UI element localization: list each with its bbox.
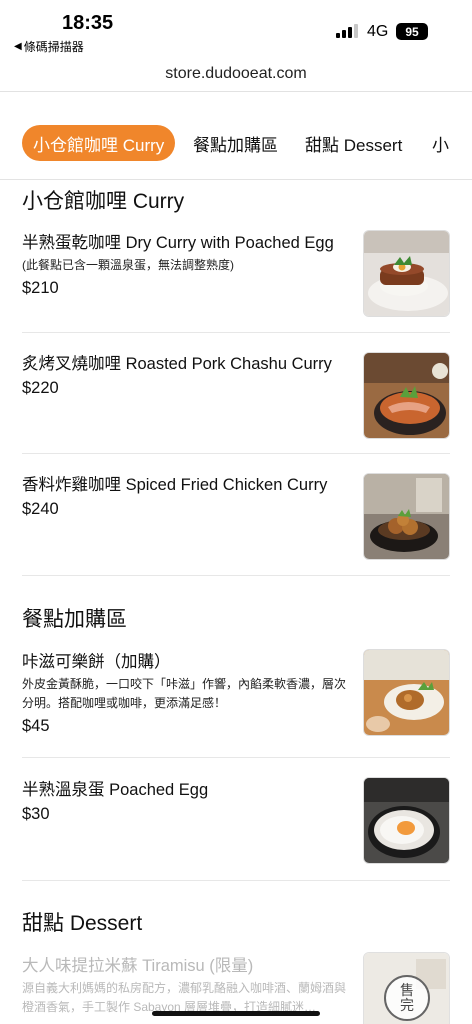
status-bar: 18:35 ◀ 條碼掃描器 4G 95 [0, 0, 472, 56]
battery-level: 95 [405, 24, 419, 39]
chashu-curry-photo [363, 352, 450, 439]
menu-item-fried-chicken-curry[interactable]: 香料炸雞咖哩 Spiced Fried Chicken Curry $240 [22, 473, 450, 564]
cellular-signal-icon [336, 24, 358, 38]
divider [22, 453, 450, 454]
category-tabs: 小仓館咖哩 Curry 餐點加購區 甜點 Dessert 小 [0, 92, 472, 180]
back-triangle-icon: ◀ [14, 41, 22, 52]
sold-out-stamp: 售完 [384, 975, 430, 1021]
section-title-dessert: 甜點 Dessert [22, 912, 143, 935]
menu-item-dry-curry[interactable]: 半熟蛋乾咖哩 Dry Curry with Poached Egg (此餐點已含… [22, 230, 450, 322]
item-description: 外皮金黃酥脆，一口咬下「咔滋」作響，內餡柔軟香濃，層次分明。搭配咖哩或咖啡，更添… [22, 677, 347, 710]
divider [22, 332, 450, 333]
tiramisu-photo: 售完 [363, 952, 450, 1024]
tab-curry[interactable]: 小仓館咖哩 Curry [22, 125, 176, 161]
divider [22, 757, 450, 758]
battery-icon: 95 [396, 23, 428, 40]
fried-chicken-curry-photo [363, 473, 450, 560]
divider [22, 575, 450, 576]
tab-next-partial[interactable]: 小 [432, 125, 449, 161]
section-title-add-ons: 餐點加購區 [22, 608, 127, 631]
back-to-app-link[interactable]: ◀ 條碼掃描器 [14, 38, 84, 55]
dry-curry-photo [363, 230, 450, 317]
url-text: store.dudooeat.com [165, 64, 307, 82]
home-indicator[interactable] [152, 1011, 320, 1016]
poached-egg-photo [363, 777, 450, 864]
divider [22, 880, 450, 881]
status-time: 18:35 [62, 12, 114, 34]
croquette-photo [363, 649, 450, 736]
menu-item-croquette[interactable]: 咔滋可樂餅（加購） 外皮金黃酥脆，一口咬下「咔滋」作響，內餡柔軟香濃，層次分明。… [22, 649, 450, 741]
section-title-curry: 小仓館咖哩 Curry [22, 190, 185, 213]
back-app-label: 條碼掃描器 [23, 40, 84, 54]
network-type: 4G [367, 23, 389, 40]
menu-item-poached-egg[interactable]: 半熟溫泉蛋 Poached Egg $30 [22, 777, 450, 869]
item-description: (此餐點已含一顆溫泉蛋，無法調整熟度) [22, 258, 234, 272]
tab-dessert[interactable]: 甜點 Dessert [305, 125, 402, 161]
menu-item-chashu-curry[interactable]: 炙烤叉燒咖哩 Roasted Pork Chashu Curry $220 [22, 352, 450, 443]
tab-add-ons[interactable]: 餐點加購區 [193, 125, 278, 161]
address-bar[interactable]: store.dudooeat.com [0, 56, 472, 92]
